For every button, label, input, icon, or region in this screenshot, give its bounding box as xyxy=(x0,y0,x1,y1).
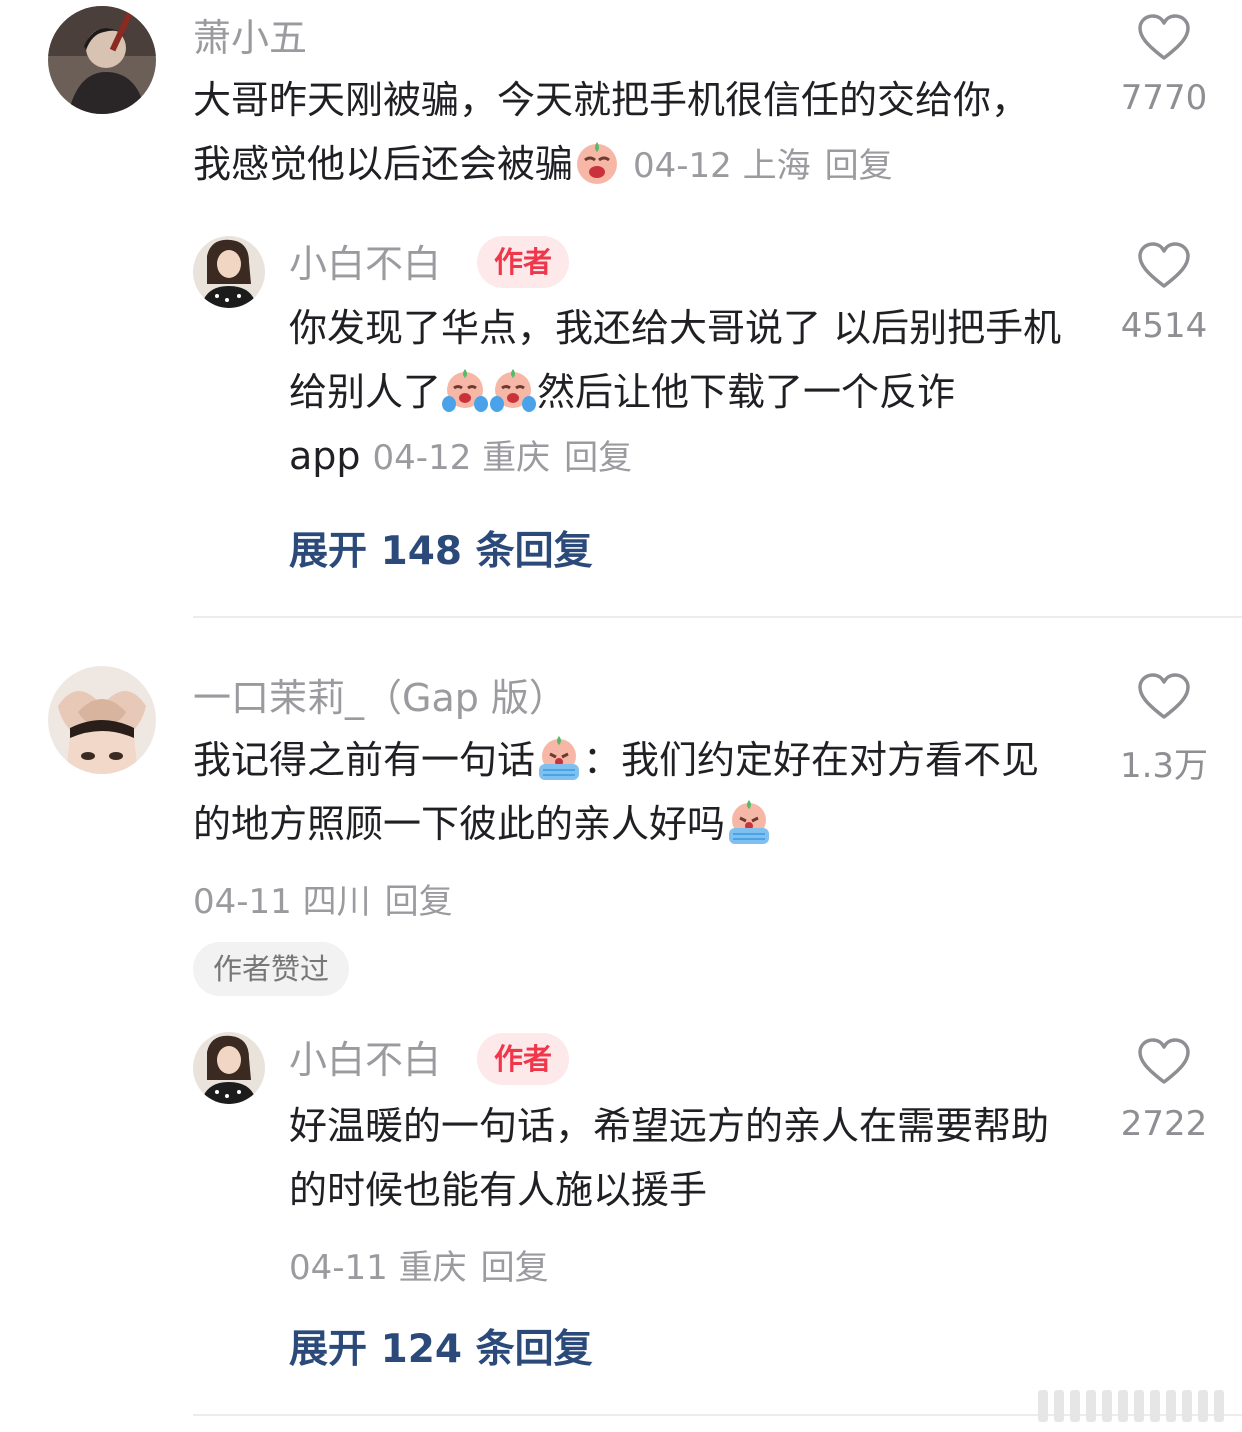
commenter-username[interactable]: 一口茉莉_（Gap 版） xyxy=(193,676,567,720)
commenter-avatar[interactable] xyxy=(48,666,156,774)
heart-outline-icon xyxy=(1138,242,1190,288)
comment-text: 大哥昨天刚被骗，今天就把手机很信任的交给你，我感觉他以后还会被骗 04-12 上… xyxy=(193,68,1063,198)
commenter-username[interactable]: 萧小五 xyxy=(193,16,307,60)
tears-face-emoji xyxy=(489,366,537,414)
author-username[interactable]: 小白不白 xyxy=(289,242,441,286)
author-avatar[interactable] xyxy=(193,236,265,308)
comment-location: 四川 xyxy=(302,882,371,922)
like-button[interactable] xyxy=(1137,14,1191,66)
reply-like-button[interactable] xyxy=(1137,242,1191,294)
reply-button[interactable]: 回复 xyxy=(481,1248,549,1288)
reply-text: 好温暖的一句话，希望远方的亲人在需要帮助的时候也能有人施以援手 xyxy=(289,1104,1050,1212)
crying-hug-emoji xyxy=(535,734,583,782)
expand-replies-link[interactable]: 展开 148 条回复 xyxy=(289,520,593,576)
comment-meta: 04-12 上海 回复 xyxy=(633,146,893,186)
comment-date: 04-11 xyxy=(193,882,292,922)
like-count: 7770 xyxy=(1120,78,1208,118)
reply-date: 04-12 xyxy=(372,438,472,478)
reply-text: 你发现了华点，我还给大哥说了 以后别把手机给别人了 然后让他下载了一个反诈 ap… xyxy=(289,296,1079,490)
reply-like-count: 2722 xyxy=(1120,1104,1208,1144)
like-button[interactable] xyxy=(1137,673,1191,725)
reply-date: 04-11 xyxy=(289,1248,388,1288)
author-liked-badge: 作者赞过 xyxy=(193,942,350,996)
reply-like-button[interactable] xyxy=(1137,1038,1191,1090)
comment-text: 我记得之前有一句话 ：我们约定好在对方看不见的地方照顾一下彼此的亲人好吗 xyxy=(193,728,1063,856)
heart-outline-icon xyxy=(1138,14,1190,60)
reply-location: 重庆 xyxy=(398,1248,467,1288)
author-username[interactable]: 小白不白 xyxy=(289,1038,441,1082)
watermark xyxy=(1038,1390,1224,1422)
comment-content-part1: 我记得之前有一句话 xyxy=(193,738,536,782)
author-badge: 作者 xyxy=(477,1033,570,1085)
author-avatar[interactable] xyxy=(193,1032,265,1104)
crying-hug-emoji xyxy=(725,798,773,846)
crying-face-emoji xyxy=(573,138,621,186)
reply-meta: 04-11 重庆 回复 xyxy=(289,1240,549,1289)
reply-button[interactable]: 回复 xyxy=(564,438,632,478)
comment-divider xyxy=(193,616,1242,618)
reply-button[interactable]: 回复 xyxy=(385,882,453,922)
commenter-avatar[interactable] xyxy=(48,6,156,114)
reply-button[interactable]: 回复 xyxy=(825,146,893,186)
like-count: 1.3万 xyxy=(1119,746,1209,786)
expand-replies-link[interactable]: 展开 124 条回复 xyxy=(289,1318,593,1374)
reply-meta: 04-12 重庆 回复 xyxy=(373,438,633,478)
heart-outline-icon xyxy=(1138,673,1190,719)
comment-date: 04-12 xyxy=(633,146,732,186)
tears-face-emoji xyxy=(441,366,489,414)
comment-meta: 04-11 四川 回复 xyxy=(193,874,453,923)
reply-like-count: 4514 xyxy=(1120,306,1208,346)
author-badge: 作者 xyxy=(477,236,570,288)
comment-location: 上海 xyxy=(742,146,811,186)
reply-location: 重庆 xyxy=(482,438,551,478)
heart-outline-icon xyxy=(1138,1038,1190,1084)
